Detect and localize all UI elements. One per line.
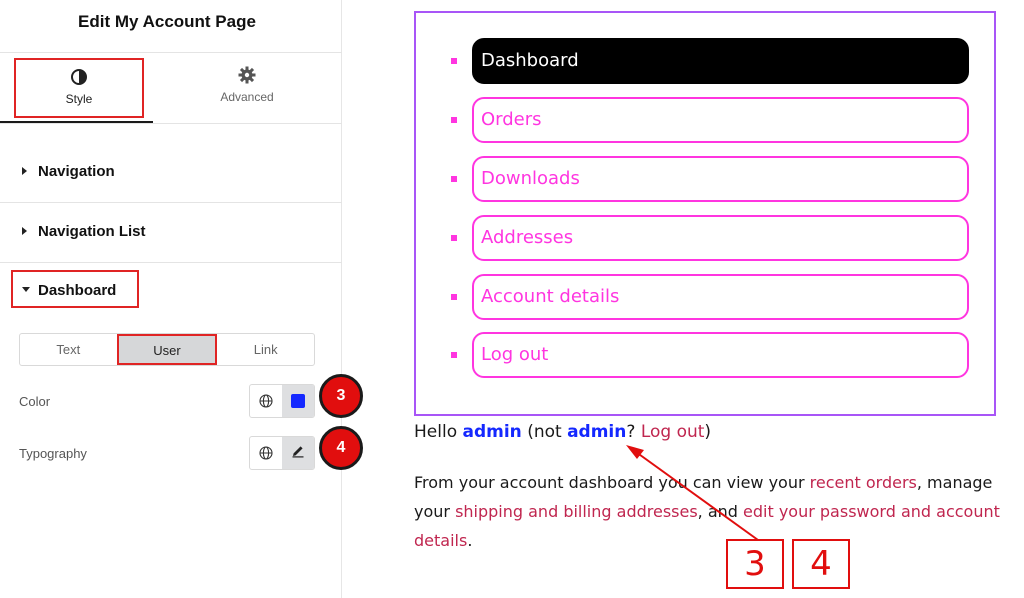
section-title: Navigation <box>38 163 115 180</box>
username-second: admin <box>567 422 627 442</box>
editor-panel: Edit My Account Page Style Advanced Navi… <box>0 0 363 598</box>
panel-title: Edit My Account Page <box>78 12 256 31</box>
pencil-icon <box>291 444 305 463</box>
nav-item-log-out[interactable]: Log out <box>472 332 969 378</box>
nav-item-orders[interactable]: Orders <box>472 97 969 143</box>
caret-right-icon <box>22 227 27 235</box>
callout-4: 4 <box>792 539 850 589</box>
recent-orders-link[interactable]: recent orders <box>810 473 917 492</box>
list-bullet <box>451 58 457 64</box>
section-navigation-list[interactable]: Navigation List <box>0 203 342 263</box>
callout-3: 3 <box>726 539 784 589</box>
list-bullet <box>451 235 457 241</box>
segment-link[interactable]: Link <box>217 334 314 365</box>
section-title: Dashboard <box>38 282 117 299</box>
section-dashboard[interactable]: Dashboard <box>11 270 139 308</box>
tab-style-label: Style <box>65 92 93 106</box>
hello-suffix: ) <box>704 422 712 442</box>
divider <box>0 123 342 124</box>
list-bullet <box>451 117 457 123</box>
list-bullet <box>451 176 457 182</box>
edit-typography-button[interactable] <box>282 437 314 469</box>
color-control <box>249 384 315 418</box>
username: admin <box>462 422 522 442</box>
nav-item-dashboard[interactable]: Dashboard <box>472 38 969 84</box>
intro-text: . <box>467 531 473 550</box>
color-swatch <box>291 394 305 408</box>
color-picker-button[interactable] <box>282 385 314 417</box>
globe-icon[interactable] <box>250 385 282 417</box>
intro-text: , and <box>697 502 744 521</box>
text-user-link-switch: Text User Link <box>19 333 315 366</box>
nav-item-account-details[interactable]: Account details <box>472 274 969 320</box>
globe-icon[interactable] <box>250 437 282 469</box>
addresses-link[interactable]: shipping and billing addresses <box>455 502 698 521</box>
nav-item-addresses[interactable]: Addresses <box>472 215 969 261</box>
hello-question: ? <box>626 422 641 442</box>
half-circle-icon <box>16 60 142 86</box>
hello-middle: (not <box>521 422 568 442</box>
typography-label: Typography <box>19 446 87 461</box>
segment-user[interactable]: User <box>116 334 218 365</box>
dashboard-intro: From your account dashboard you can view… <box>414 468 1004 555</box>
hello-message: Hello admin (not admin? Log out) <box>414 422 711 442</box>
logout-link[interactable]: Log out <box>641 422 705 442</box>
caret-right-icon <box>22 167 27 175</box>
gear-icon <box>182 58 312 84</box>
intro-text: From your account dashboard you can view… <box>414 473 810 492</box>
tab-style[interactable]: Style <box>14 58 144 118</box>
typography-control <box>249 436 315 470</box>
nav-item-downloads[interactable]: Downloads <box>472 156 969 202</box>
step-badge-3: 3 <box>319 374 363 418</box>
color-label: Color <box>19 394 51 409</box>
hello-prefix: Hello <box>414 422 463 442</box>
section-title: Navigation List <box>38 223 146 240</box>
tab-advanced[interactable]: Advanced <box>182 58 312 118</box>
caret-down-icon <box>22 287 30 292</box>
section-navigation[interactable]: Navigation <box>0 143 342 203</box>
divider <box>0 52 342 53</box>
segment-text[interactable]: Text <box>20 334 117 365</box>
tab-advanced-label: Advanced <box>220 90 274 104</box>
step-badge-4: 4 <box>319 426 363 470</box>
list-bullet <box>451 294 457 300</box>
list-bullet <box>451 352 457 358</box>
